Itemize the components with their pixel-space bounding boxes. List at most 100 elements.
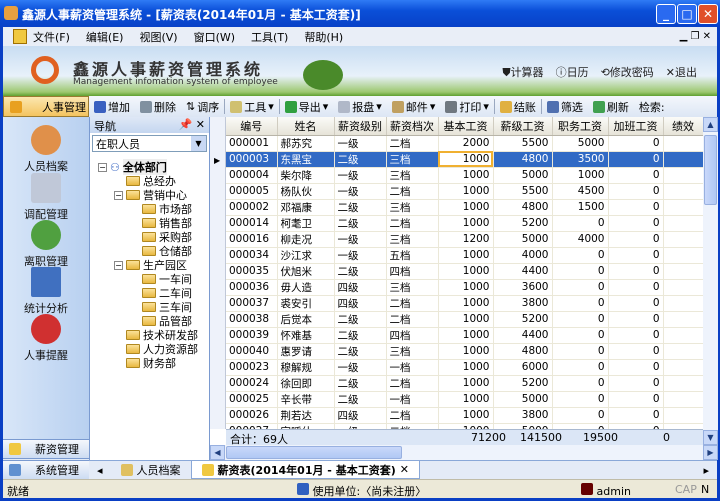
table-cell[interactable]: 0 [552, 343, 609, 360]
table-cell[interactable]: 000014 [226, 215, 278, 232]
table-row[interactable]: 000026 荆若达 四级 二档 1000 3800 0 0 [226, 407, 704, 424]
table-cell[interactable]: 5500 [493, 135, 553, 152]
close-account-button[interactable]: 结账 [495, 99, 541, 115]
column-header[interactable]: 基本工资 [438, 117, 494, 136]
table-cell[interactable]: 0 [608, 263, 664, 280]
table-cell[interactable]: 000026 [226, 407, 278, 424]
table-cell[interactable]: 0 [552, 311, 609, 328]
table-cell[interactable] [663, 231, 704, 248]
table-cell[interactable] [663, 375, 704, 392]
table-cell[interactable]: 5000 [493, 231, 553, 248]
table-cell[interactable]: 5200 [493, 311, 553, 328]
tab-salary-sheet[interactable]: 薪资表(2014年01月 - 基本工资套) ✕ [190, 461, 420, 479]
bank-file-dropdown[interactable]: 报盘 ▾ [333, 99, 387, 115]
table-cell[interactable]: 荆若达 [277, 407, 335, 424]
table-cell[interactable]: 二级 [334, 327, 387, 344]
table-cell[interactable]: 000035 [226, 263, 278, 280]
close-tab-icon[interactable]: ✕ [400, 463, 409, 476]
table-row[interactable]: 000025 辛长带 二级 一档 1000 5000 0 0 [226, 391, 704, 408]
table-cell[interactable]: 2000 [438, 135, 494, 152]
table-cell[interactable]: 3600 [493, 279, 553, 296]
table-cell[interactable]: 二级 [334, 311, 387, 328]
table-cell[interactable]: 0 [608, 375, 664, 392]
table-row[interactable]: 000036 毋人造 四级 三档 1000 3600 0 0 [226, 279, 704, 296]
delete-button[interactable]: 删除 [135, 99, 181, 115]
table-cell[interactable]: 000036 [226, 279, 278, 296]
table-cell[interactable]: 4000 [493, 247, 553, 264]
table-cell[interactable]: 郝苏究 [277, 135, 335, 152]
table-cell[interactable]: 四级 [334, 295, 387, 312]
minimize-button[interactable]: _ [656, 4, 676, 24]
table-cell[interactable]: 000037 [226, 295, 278, 312]
table-cell[interactable]: 0 [608, 343, 664, 360]
table-cell[interactable]: 000002 [226, 199, 278, 216]
table-cell[interactable]: 1200 [438, 231, 494, 248]
sidebar-item-transfer[interactable]: 调配管理 [3, 173, 89, 222]
table-cell[interactable]: 0 [608, 359, 664, 376]
table-cell[interactable]: 二档 [386, 311, 439, 328]
table-row[interactable]: 000035 伏旭米 二级 四档 1000 4400 0 0 [226, 263, 704, 280]
table-cell[interactable]: 二级 [334, 263, 387, 280]
table-cell[interactable]: 4800 [493, 199, 553, 216]
mail-dropdown[interactable]: 邮件 ▾ [387, 99, 441, 115]
menu-file[interactable]: 文件(F) [33, 29, 70, 45]
tab-scroll-right-icon[interactable]: ▸ [695, 464, 717, 477]
table-row[interactable]: 000002 邓福康 二级 三档 1000 4800 1500 0 [226, 199, 704, 216]
table-cell[interactable]: 0 [608, 391, 664, 408]
column-header[interactable]: 薪资档次 [386, 117, 439, 136]
table-cell[interactable] [663, 359, 704, 376]
table-cell[interactable]: 穆解规 [277, 359, 335, 376]
table-cell[interactable]: 4000 [552, 231, 609, 248]
tab-scroll-left-icon[interactable]: ◂ [89, 464, 111, 477]
close-button[interactable]: ✕ [698, 4, 718, 24]
table-cell[interactable]: 0 [608, 199, 664, 216]
table-cell[interactable]: 0 [608, 135, 664, 152]
table-cell[interactable] [663, 215, 704, 232]
table-cell[interactable]: 一级 [334, 135, 387, 152]
table-cell[interactable]: 0 [608, 231, 664, 248]
reorder-button[interactable]: ⇅ 调序 [181, 99, 224, 115]
table-cell[interactable]: 0 [552, 407, 609, 424]
table-cell[interactable]: 0 [552, 327, 609, 344]
table-cell[interactable]: 0 [552, 279, 609, 296]
table-cell[interactable] [663, 295, 704, 312]
table-cell[interactable]: 一档 [386, 391, 439, 408]
table-row[interactable]: 000040 惠罗请 二级 三档 1000 4800 0 0 [226, 343, 704, 360]
table-cell[interactable]: 5000 [493, 167, 553, 184]
table-cell[interactable]: 5000 [493, 391, 553, 408]
table-cell[interactable]: 一级 [334, 359, 387, 376]
table-cell[interactable]: 1000 [438, 359, 494, 376]
module-hr-button[interactable]: 人事管理 [3, 96, 89, 117]
menu-tools[interactable]: 工具(T) [251, 29, 288, 45]
table-cell[interactable] [663, 199, 704, 216]
table-cell[interactable]: 二档 [386, 375, 439, 392]
menu-view[interactable]: 视图(V) [139, 29, 177, 45]
table-cell[interactable]: 3800 [493, 407, 553, 424]
collapse-icon[interactable]: − [114, 190, 123, 200]
table-row[interactable]: 000039 怀难基 二级 四档 1000 4400 0 0 [226, 327, 704, 344]
column-header[interactable]: 职务工资 [552, 117, 609, 136]
table-cell[interactable]: 3800 [493, 295, 553, 312]
table-cell[interactable]: 0 [608, 327, 664, 344]
menu-window[interactable]: 窗口(W) [194, 29, 235, 45]
status-filter-select[interactable]: 在职人员 ▼ [92, 135, 207, 152]
table-cell[interactable]: 5200 [493, 375, 553, 392]
sidebar-item-employee-files[interactable]: 人员档案 [3, 125, 89, 174]
calendar-link[interactable]: ⓘ日历 [556, 64, 589, 80]
horizontal-scrollbar[interactable]: ◀ ▶ [210, 445, 718, 460]
table-cell[interactable]: 5500 [493, 183, 553, 200]
table-cell[interactable] [663, 279, 704, 296]
table-cell[interactable]: 1000 [438, 247, 494, 264]
table-cell[interactable]: 三档 [386, 199, 439, 216]
table-cell[interactable]: 怀难基 [277, 327, 335, 344]
table-cell[interactable]: 4400 [493, 327, 553, 344]
table-cell[interactable]: 0 [552, 247, 609, 264]
table-cell[interactable]: 0 [608, 279, 664, 296]
table-cell[interactable]: 四级 [334, 279, 387, 296]
table-cell[interactable]: 4800 [493, 151, 553, 168]
sidebar-item-resignation[interactable]: 离职管理 [3, 220, 89, 269]
table-cell[interactable]: 000016 [226, 231, 278, 248]
table-cell[interactable] [663, 167, 704, 184]
table-cell[interactable]: 1000 [438, 199, 494, 216]
table-row[interactable]: 000014 柯耄卫 二级 二档 1000 5200 0 0 [226, 215, 704, 232]
